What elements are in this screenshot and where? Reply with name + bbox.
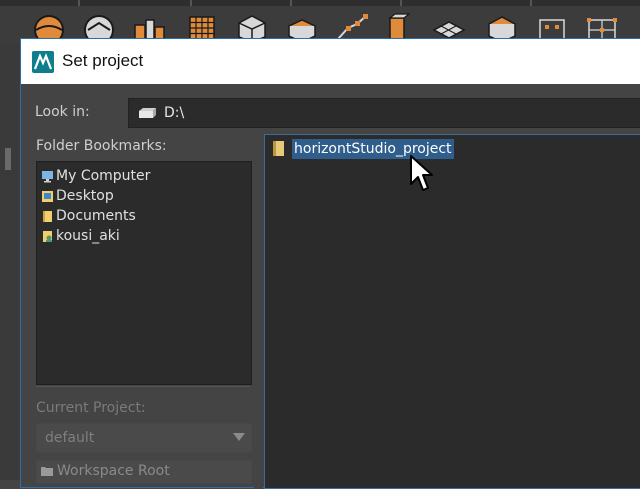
folder-icon xyxy=(43,211,52,222)
current-project-dropdown: default xyxy=(36,423,252,453)
set-project-dialog: Set project Look in: D:\ Folder Bookmark… xyxy=(20,38,640,489)
bookmark-label: My Computer xyxy=(56,168,151,184)
shelf-tab-divider xyxy=(78,0,80,6)
shelf-tab-divider xyxy=(190,0,192,6)
bookmark-label: Desktop xyxy=(56,188,114,204)
look-in-value: D:\ xyxy=(164,105,185,121)
shelf-tab-divider xyxy=(400,0,402,6)
mouse-cursor-icon xyxy=(410,155,433,191)
chevron-down-icon xyxy=(233,433,245,441)
dialog-titlebar[interactable]: Set project xyxy=(21,39,640,84)
toolbar-handle[interactable] xyxy=(5,148,11,170)
divider xyxy=(36,386,250,387)
folder-icon xyxy=(41,467,53,476)
folder-icon xyxy=(273,141,284,156)
bookmark-label: Documents xyxy=(56,208,136,224)
look-in-dropdown[interactable]: D:\ xyxy=(128,98,640,128)
shelf-tab-bar xyxy=(0,0,640,6)
workspace-root-item: Workspace Root xyxy=(36,460,252,484)
maya-logo-icon xyxy=(32,51,54,73)
computer-icon xyxy=(42,171,53,183)
look-in-label: Look in: xyxy=(35,104,90,120)
shelf-tab-divider xyxy=(530,0,532,6)
user-folder-icon xyxy=(43,231,52,242)
panel-splitter[interactable] xyxy=(254,134,263,489)
file-list[interactable]: horizontStudio_project xyxy=(264,134,640,489)
drive-icon xyxy=(139,108,156,118)
left-toolbar xyxy=(0,44,20,480)
desktop-icon xyxy=(42,191,53,202)
current-project-value: default xyxy=(45,430,95,446)
folder-bookmarks-label: Folder Bookmarks: xyxy=(36,138,167,154)
folder-bookmarks-list[interactable]: My Computer Desktop Documents kousi_aki xyxy=(36,161,252,385)
look-in-row: Look in: D:\ xyxy=(21,94,640,128)
workspace-root-label: Workspace Root xyxy=(57,463,170,479)
bookmark-label: kousi_aki xyxy=(56,228,120,244)
current-project-label: Current Project: xyxy=(36,400,146,416)
shelf-tab-divider xyxy=(290,0,292,6)
dialog-title: Set project xyxy=(62,51,144,70)
